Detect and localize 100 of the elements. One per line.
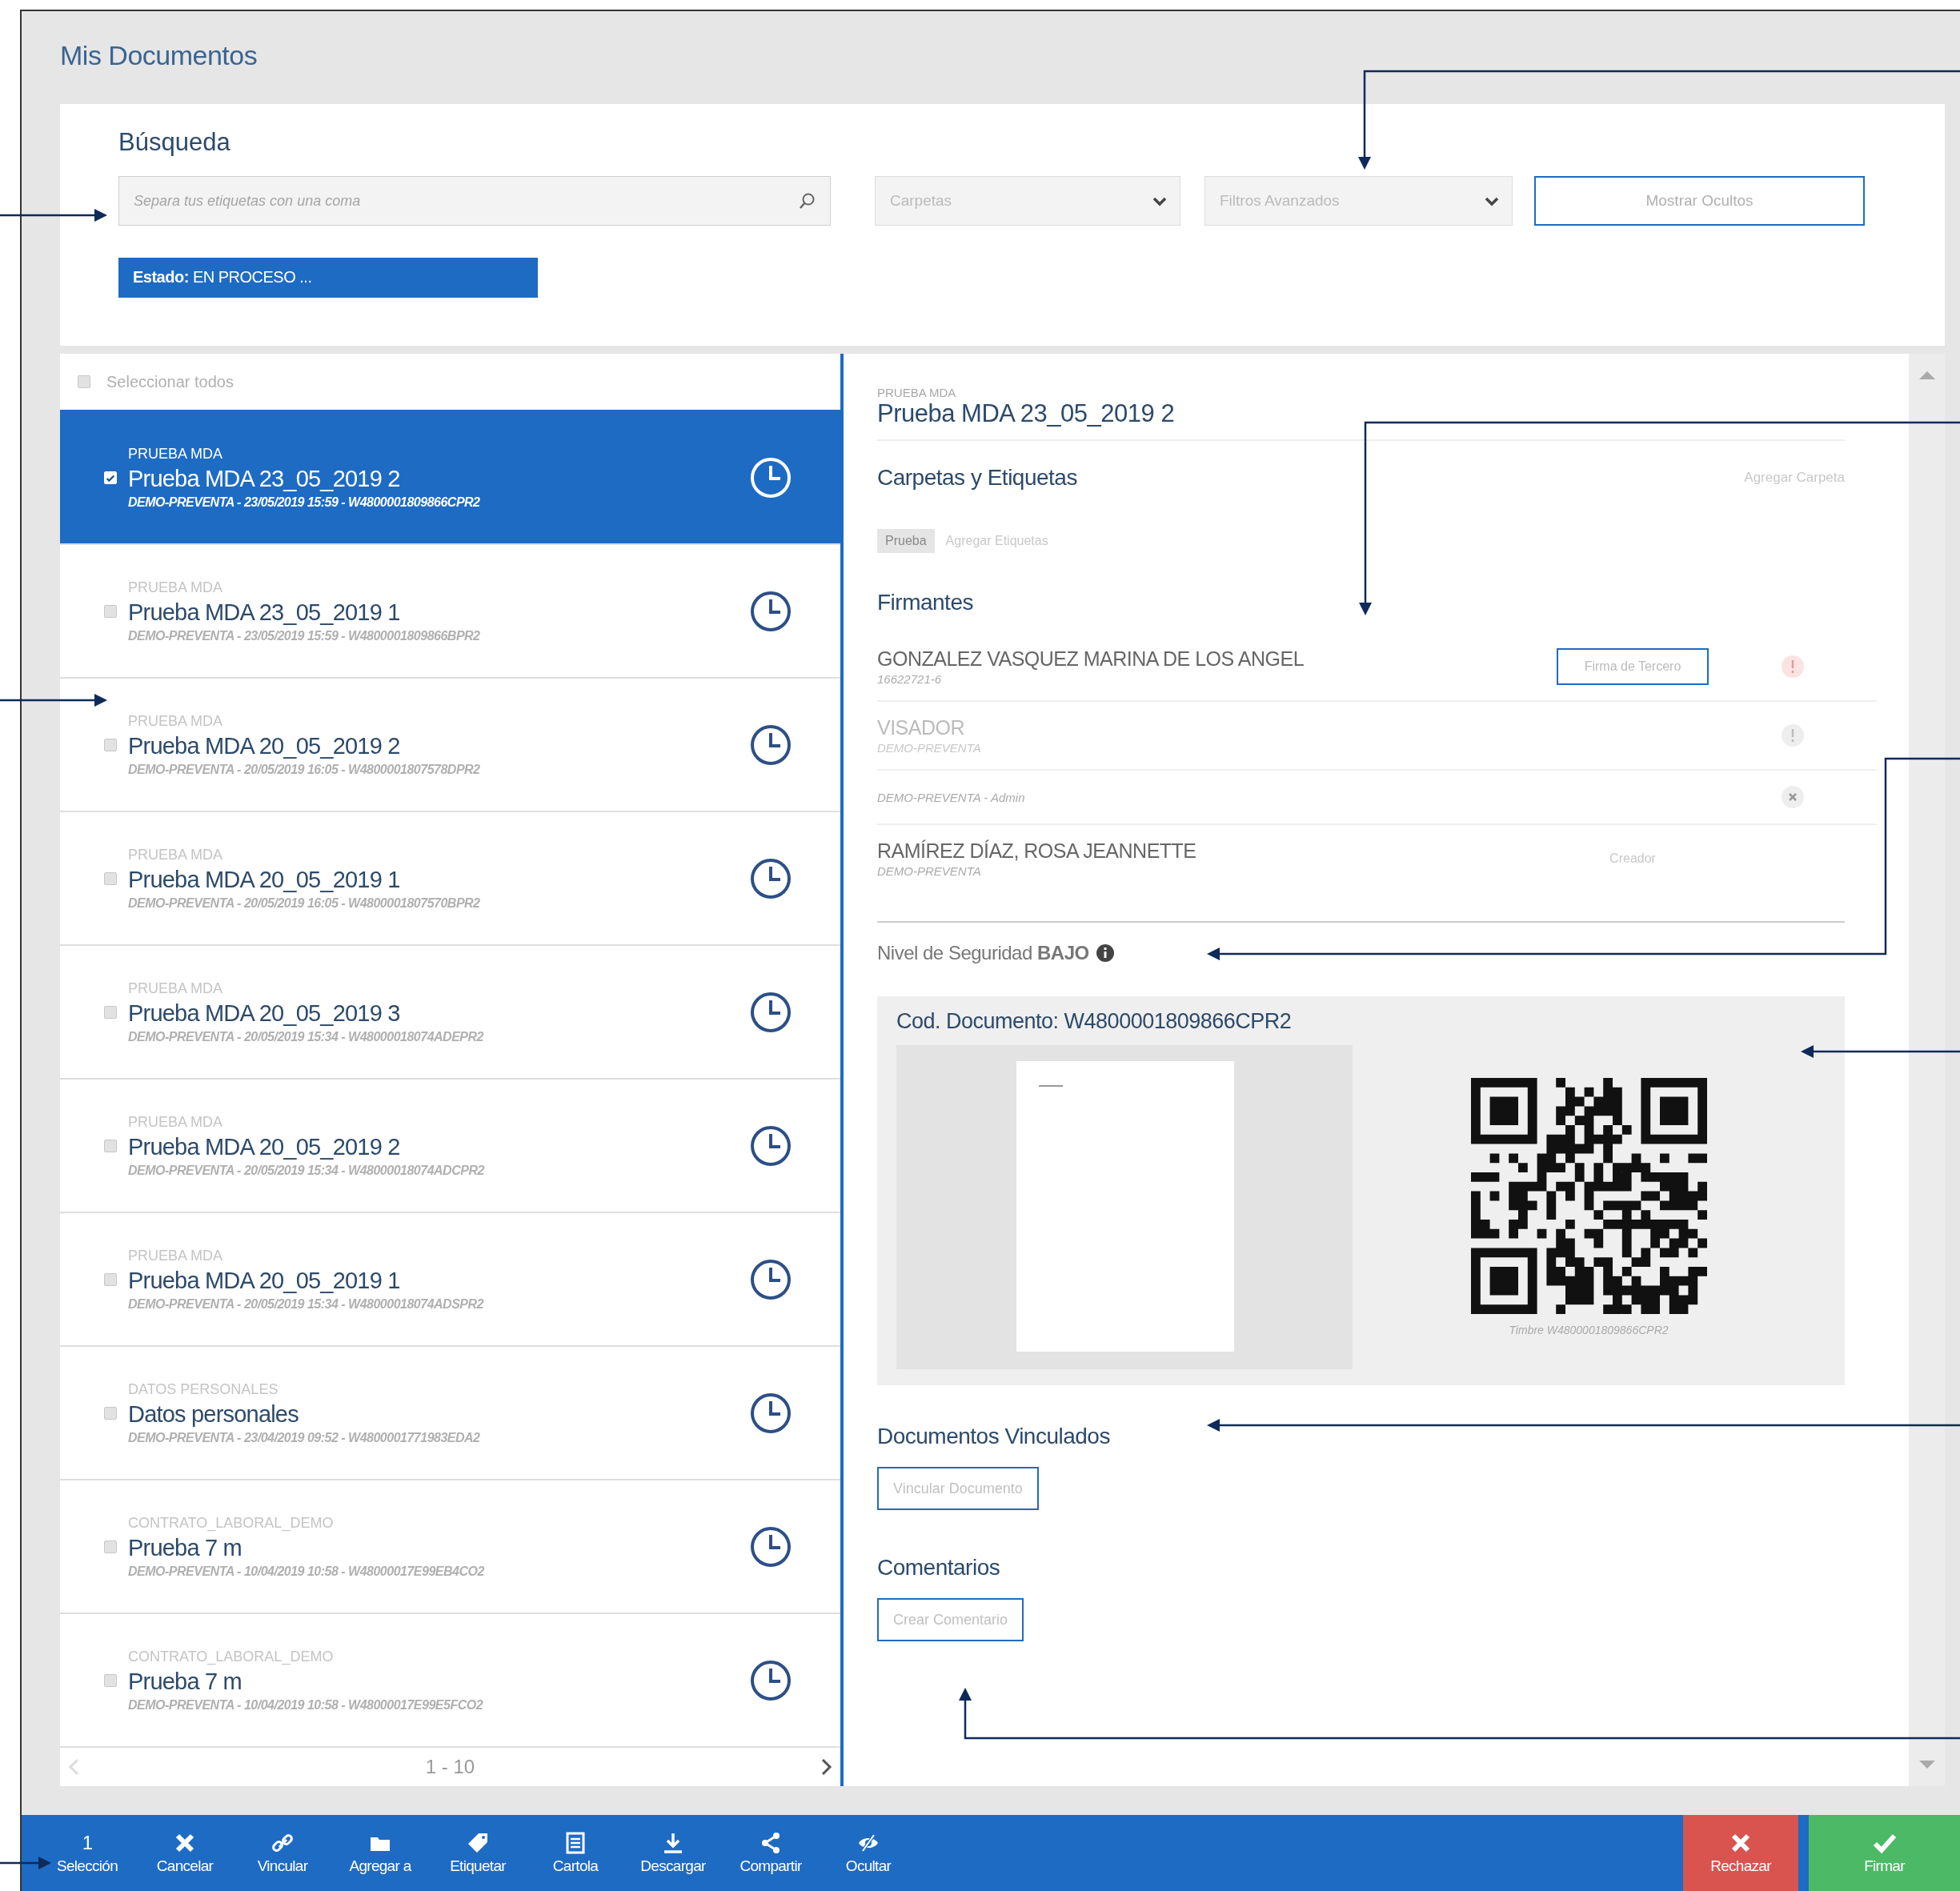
signer-detail: DEMO-PREVENTA - Admin	[877, 790, 1025, 804]
document-list-item[interactable]: CONTRATO_LABORAL_DEMO Prueba 7 m DEMO-PREVENTA - 10/04/2019 10:58 - W48000017E99E5FCO2	[60, 1613, 840, 1746]
document-meta: DEMO-PREVENTA - 20/05/2019 16:05 - W4800001807578DPR2	[128, 762, 481, 777]
document-title: Prueba MDA 23_05_2019 2	[877, 399, 1175, 428]
clock-icon	[749, 1124, 792, 1168]
next-page-icon[interactable]	[821, 1758, 832, 1776]
document-list-item[interactable]: PRUEBA MDA Prueba MDA 20_05_2019 2 DEMO-PREVENTA - 20/05/2019 15:34 - W48000018074ADCPR2	[60, 1078, 840, 1212]
document-category: PRUEBA MDA	[128, 1113, 224, 1131]
document-category: PRUEBA MDA	[128, 980, 224, 997]
document-list-item[interactable]: PRUEBA MDA Prueba MDA 20_05_2019 1 DEMO-PREVENTA - 20/05/2019 16:05 - W4800001807570BPR2	[60, 811, 840, 944]
document-list-item[interactable]: PRUEBA MDA Prueba MDA 20_05_2019 2 DEMO-PREVENTA - 20/05/2019 16:05 - W4800001807578DPR2	[60, 677, 840, 811]
document-category: CONTRATO_LABORAL_DEMO	[128, 1514, 335, 1532]
document-list-item[interactable]: PRUEBA MDA Prueba MDA 20_05_2019 1 DEMO-PREVENTA - 20/05/2019 15:34 - W48000018074ADSPR2	[60, 1212, 840, 1345]
caret-icon	[1152, 195, 1167, 206]
section-title: Búsqueda	[118, 128, 230, 157]
signer-name: RAMÍREZ DÍAZ, ROSA JEANNETTE	[877, 839, 1196, 863]
checkbox[interactable]	[104, 1005, 117, 1019]
scroll-down-icon[interactable]	[1918, 1761, 1935, 1770]
document-list-item[interactable]: PRUEBA MDA Prueba MDA 23_05_2019 2 DEMO-PREVENTA - 23/05/2019 15:59 - W4800001809866CPR2	[60, 410, 840, 543]
annotation-arrow	[0, 1857, 51, 1869]
alert-icon	[1781, 723, 1805, 747]
clock-icon	[749, 990, 792, 1034]
document-meta: DEMO-PREVENTA - 10/04/2019 10:58 - W48000017E99E5FCO2	[128, 1697, 484, 1713]
document-title: Datos personales	[128, 1400, 299, 1428]
toolbar-button[interactable]: Vincular	[234, 1815, 331, 1891]
document-meta: DEMO-PREVENTA - 23/04/2019 09:52 - W4800001771983EDA2	[128, 1430, 481, 1445]
document-category: PRUEBA MDA	[128, 1247, 224, 1264]
checkbox[interactable]	[104, 1139, 117, 1152]
document-meta: DEMO-PREVENTA - 23/05/2019 15:59 - W4800001809866BPR2	[128, 628, 481, 643]
page-range: 1 - 10	[425, 1756, 475, 1778]
warning-icon	[1781, 655, 1805, 679]
toolbar-button[interactable]: 1 Selección	[38, 1815, 136, 1891]
document-meta: DEMO-PREVENTA - 20/05/2019 15:34 - W48000018074ADEPR2	[128, 1029, 485, 1044]
toolbar-button[interactable]: Cartola	[527, 1815, 624, 1891]
clock-icon	[749, 1257, 792, 1301]
close-icon[interactable]	[1781, 785, 1805, 809]
toolbar-button[interactable]: Ocultar	[820, 1815, 917, 1891]
share-icon	[760, 1831, 782, 1854]
document-icon	[564, 1831, 587, 1854]
page-thumbnail[interactable]	[1016, 1061, 1234, 1352]
document-meta: DEMO-PREVENTA - 20/05/2019 15:34 - W48000018074ADSPR2	[128, 1296, 485, 1312]
checkbox[interactable]	[104, 871, 117, 885]
toolbar-button[interactable]: Etiquetar	[429, 1815, 527, 1891]
clock-icon	[749, 1524, 792, 1568]
tag[interactable]: Prueba	[877, 529, 935, 553]
document-category: PRUEBA MDA	[877, 386, 956, 399]
document-title: Prueba MDA 23_05_2019 1	[128, 599, 401, 626]
document-list-item[interactable]: CONTRATO_LABORAL_DEMO Prueba 7 m DEMO-PREVENTA - 10/04/2019 10:58 - W48000017E99EB4CO2	[60, 1479, 840, 1613]
checkbox[interactable]	[104, 1272, 117, 1286]
document-title: Prueba 7 m	[128, 1668, 242, 1695]
document-list-item[interactable]: PRUEBA MDA Prueba MDA 20_05_2019 3 DEMO-PREVENTA - 20/05/2019 15:34 - W48000018074ADEPR2	[60, 944, 840, 1078]
section-heading: Documentos Vinculados	[877, 1424, 1110, 1449]
clock-icon	[749, 589, 792, 633]
checkbox[interactable]	[104, 604, 117, 618]
signer-name: GONZALEZ VASQUEZ MARINA DE LOS ANGEL	[877, 647, 1305, 671]
toolbar-button[interactable]: Compartir	[722, 1815, 820, 1891]
document-code: Cod. Documento: W4800001809866CPR2	[896, 1009, 1292, 1034]
document-title: Prueba MDA 20_05_2019 1	[128, 866, 401, 893]
checkbox[interactable]	[104, 1406, 117, 1420]
document-title: Prueba MDA 20_05_2019 3	[128, 1000, 401, 1027]
document-list-item[interactable]: PRUEBA MDA Prueba MDA 23_05_2019 1 DEMO-PREVENTA - 23/05/2019 15:59 - W4800001809866BPR2	[60, 543, 840, 677]
section-heading: Carpetas y Etiquetas	[877, 465, 1077, 491]
document-meta: DEMO-PREVENTA - 20/05/2019 16:05 - W4800001807570BPR2	[128, 895, 481, 911]
document-title: Prueba MDA 20_05_2019 2	[128, 732, 401, 759]
stamp-caption: Timbre W4800001809866CPR2	[1509, 1324, 1669, 1336]
document-meta: DEMO-PREVENTA - 23/05/2019 15:59 - W4800001809866CPR2	[128, 495, 481, 510]
select-all-label: Seleccionar todos	[106, 372, 234, 391]
document-category: PRUEBA MDA	[128, 846, 224, 863]
document-title: Prueba MDA 23_05_2019 2	[128, 465, 401, 492]
security-level: Nivel de Seguridad BAJO	[877, 942, 1089, 964]
document-title: Prueba MDA 20_05_2019 1	[128, 1267, 401, 1294]
clock-icon	[749, 1658, 792, 1702]
toolbar-button[interactable]: Cancelar	[136, 1815, 234, 1891]
search-field[interactable]: Separa tus etiquetas con una coma	[118, 176, 831, 226]
document-category: PRUEBA MDA	[128, 445, 224, 463]
checkbox[interactable]	[104, 1540, 117, 1553]
document-meta: DEMO-PREVENTA - 20/05/2019 15:34 - W48000018074ADCPR2	[128, 1163, 486, 1178]
signer-detail: 16622721-6	[877, 672, 942, 686]
document-title: Prueba 7 m	[128, 1534, 242, 1561]
toolbar-button[interactable]: Descargar	[624, 1815, 722, 1891]
reject-button[interactable]: Rechazar	[1683, 1815, 1798, 1891]
scrollbar[interactable]	[1909, 354, 1945, 1786]
search-icon[interactable]	[799, 192, 816, 210]
document-meta: DEMO-PREVENTA - 10/04/2019 10:58 - W48000017E99EB4CO2	[128, 1564, 486, 1579]
previous-page-icon[interactable]	[68, 1758, 79, 1776]
scroll-up-icon[interactable]	[1918, 370, 1935, 379]
caret-icon	[1485, 195, 1499, 206]
status-filter[interactable]: Estado: EN PROCESO ...	[118, 258, 538, 298]
checkbox[interactable]	[104, 738, 117, 751]
toolbar-button[interactable]: Agregar a	[331, 1815, 429, 1891]
info-icon[interactable]	[1095, 943, 1115, 963]
document-category: CONTRATO_LABORAL_DEMO	[128, 1648, 335, 1665]
section-heading: Firmantes	[877, 590, 973, 615]
document-list-item[interactable]: DATOS PERSONALES Datos personales DEMO-PREVENTA - 23/04/2019 09:52 - W4800001771983EDA2	[60, 1345, 840, 1479]
selection-count: 1	[82, 1831, 93, 1854]
checkbox[interactable]	[104, 1673, 117, 1687]
clock-icon	[749, 1391, 792, 1435]
download-icon	[662, 1831, 684, 1854]
checkbox[interactable]	[78, 375, 90, 388]
clock-icon	[749, 856, 792, 900]
